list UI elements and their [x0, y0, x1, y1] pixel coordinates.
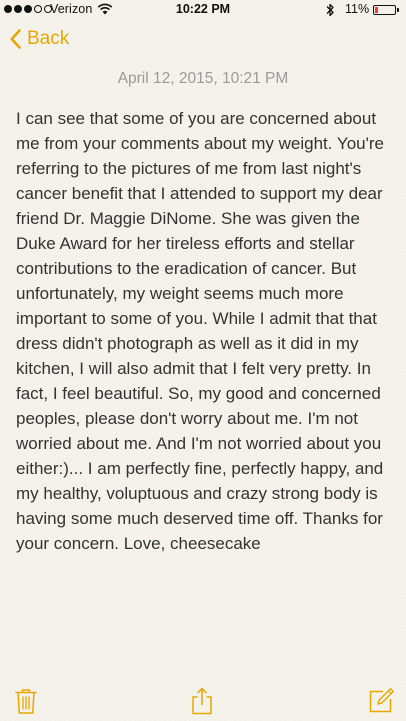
note-date: April 12, 2015, 10:21 PM	[117, 70, 289, 87]
chevron-left-icon	[10, 29, 21, 49]
note-body[interactable]: I can see that some of you are concerned…	[16, 106, 400, 556]
status-bar: Verizon 10:22 PM 11%	[0, 0, 406, 20]
battery-percentage: 11%	[345, 2, 370, 16]
back-label: Back	[27, 28, 70, 49]
navigation-bar: Back	[0, 22, 406, 62]
bluetooth-icon	[326, 3, 334, 17]
trash-icon	[15, 689, 37, 714]
bottom-toolbar	[0, 677, 406, 721]
battery-icon	[373, 5, 399, 15]
compose-button[interactable]	[367, 687, 395, 715]
trash-button[interactable]	[13, 687, 41, 715]
back-button[interactable]: Back	[10, 28, 69, 50]
compose-icon	[369, 688, 394, 713]
share-button[interactable]	[189, 687, 217, 715]
share-icon	[192, 687, 212, 715]
